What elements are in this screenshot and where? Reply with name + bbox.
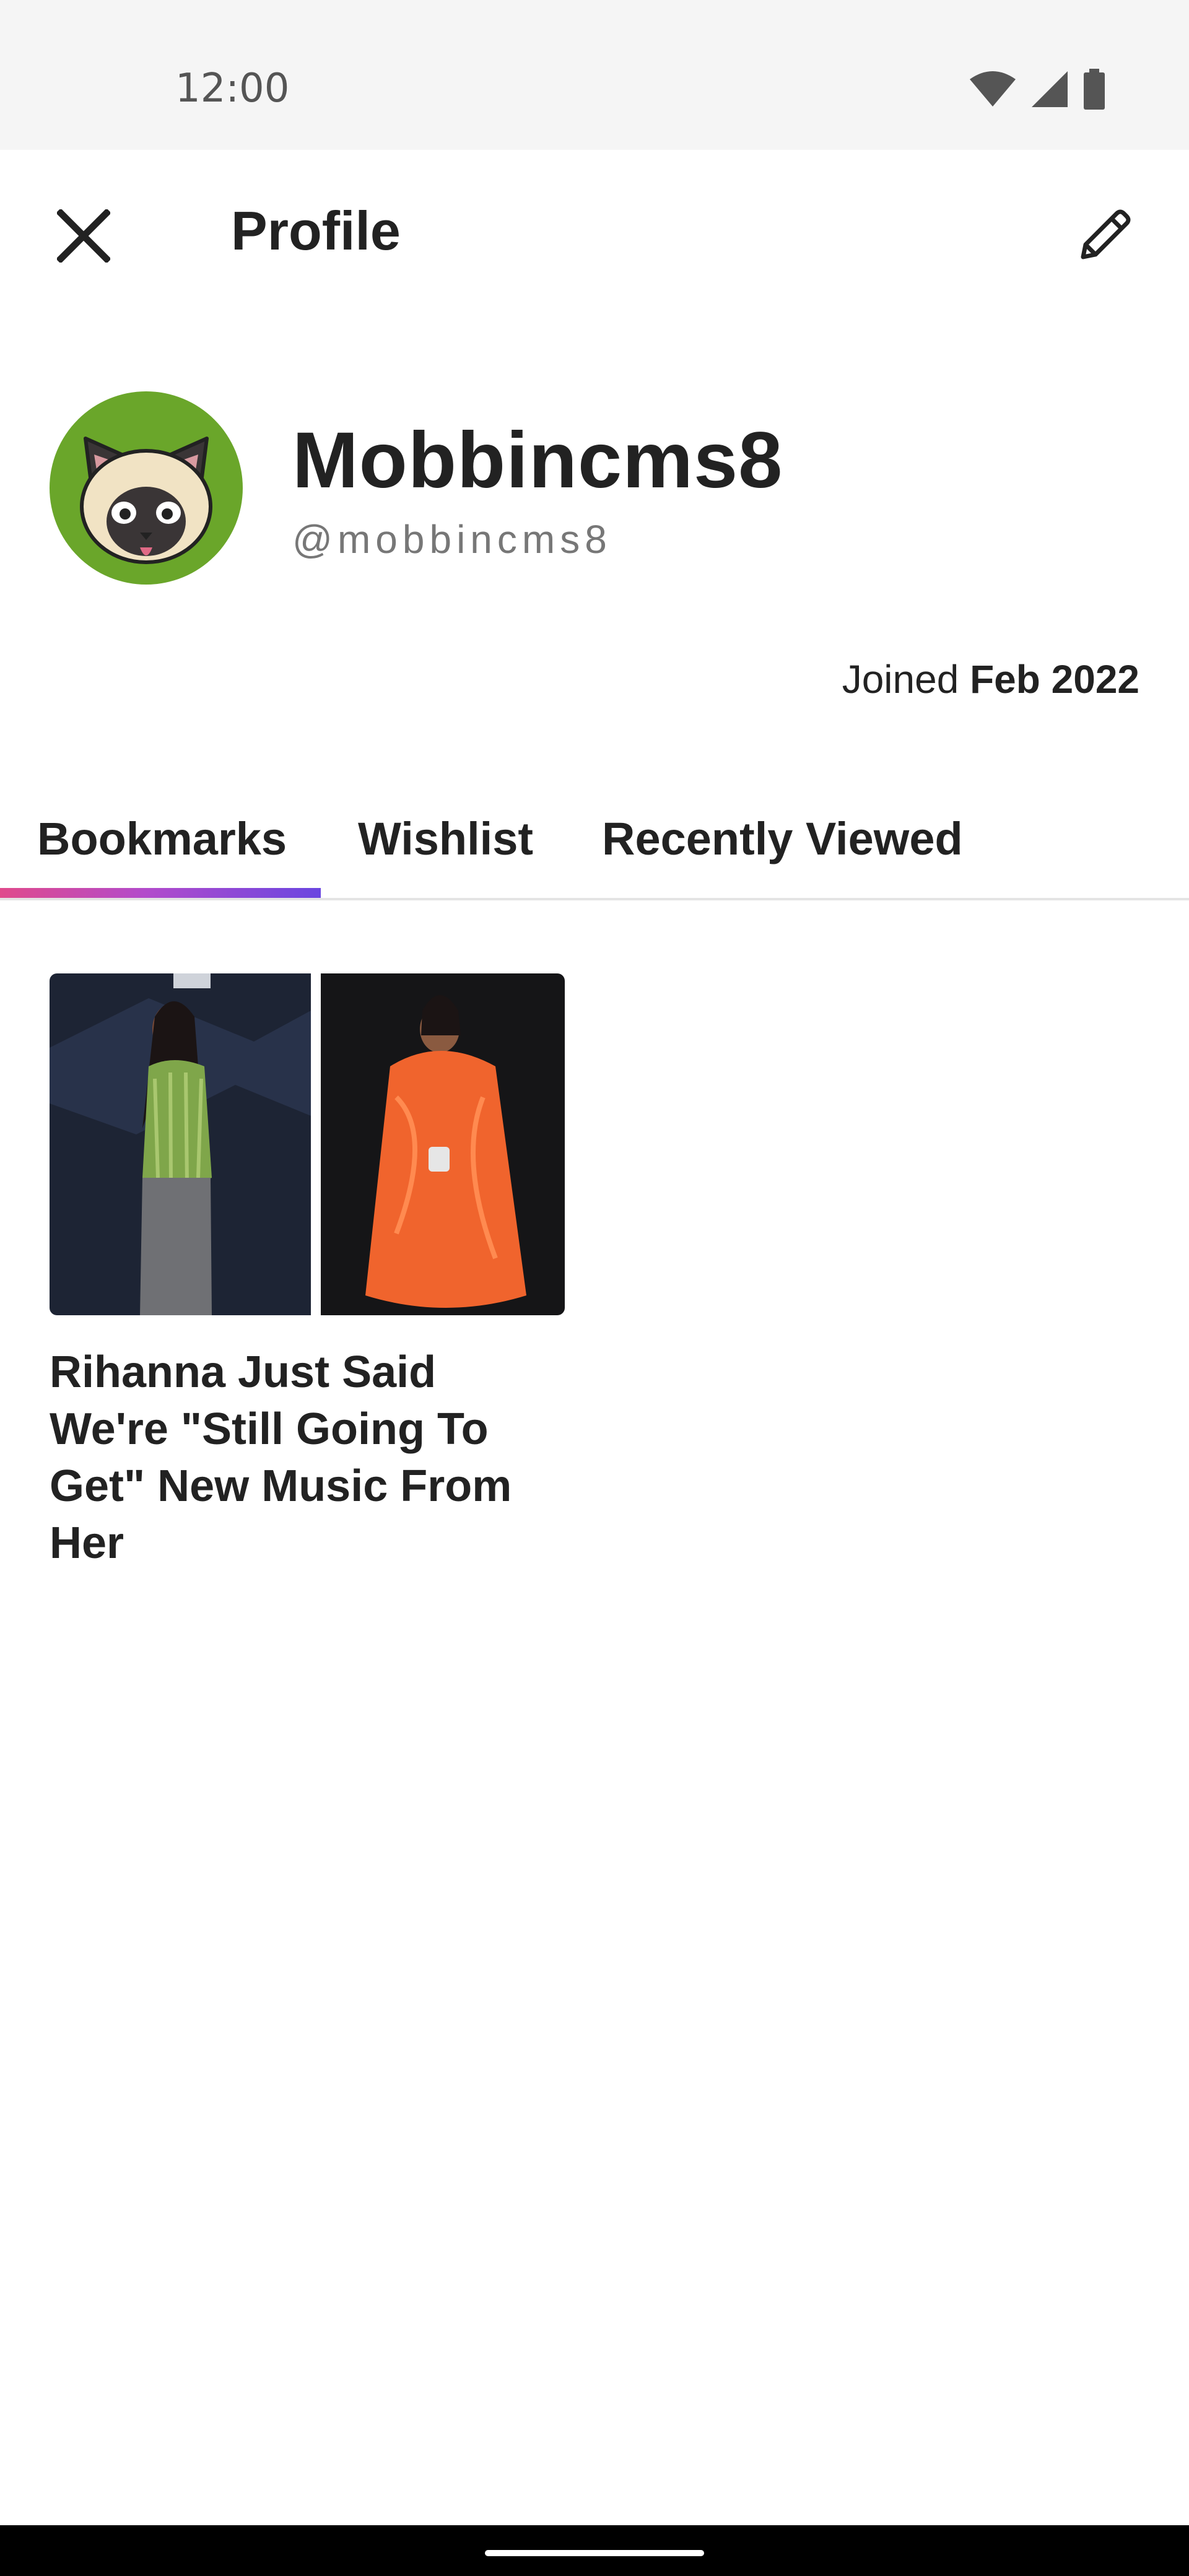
- joined-date-text: Joined Feb 2022: [842, 656, 1139, 702]
- signal-icon: [1032, 71, 1068, 107]
- selected-tab-indicator: [0, 888, 321, 898]
- joined-date: Feb 2022: [970, 657, 1139, 702]
- bookmark-card[interactable]: Rihanna Just Said We're "Still Going To …: [50, 973, 565, 1572]
- pencil-icon: [1081, 209, 1131, 259]
- username: @mobbincms8: [292, 517, 612, 562]
- tab-bookmarks[interactable]: Bookmarks: [37, 779, 287, 898]
- app-bar: Profile: [0, 150, 1189, 316]
- bookmark-thumbnail[interactable]: [50, 973, 565, 1315]
- close-icon: [57, 209, 110, 263]
- profile-tabs: Bookmarks Wishlist Recently Viewed: [0, 779, 1189, 900]
- status-time: 12:00: [175, 66, 290, 111]
- tab-wishlist[interactable]: Wishlist: [358, 779, 533, 898]
- page-title: Profile: [231, 200, 401, 261]
- profile-header: Mobbincms8 @mobbincms8: [0, 384, 1189, 588]
- tab-recently-viewed[interactable]: Recently Viewed: [602, 779, 963, 898]
- home-gesture-handle[interactable]: [485, 2550, 704, 2556]
- joined-label: Joined: [842, 657, 959, 702]
- system-nav-bar: [0, 2525, 1189, 2576]
- display-name: Mobbincms8: [292, 416, 783, 505]
- avatar: [50, 391, 243, 585]
- wifi-icon: [970, 71, 1016, 107]
- close-button[interactable]: [51, 203, 116, 269]
- status-icons: [969, 67, 1106, 111]
- edit-profile-button[interactable]: [1073, 202, 1138, 268]
- siamese-cat-avatar-icon: [80, 437, 212, 564]
- bookmark-title[interactable]: Rihanna Just Said We're "Still Going To …: [50, 1344, 557, 1572]
- status-bar: 12:00: [0, 0, 1189, 150]
- battery-icon: [1084, 69, 1105, 110]
